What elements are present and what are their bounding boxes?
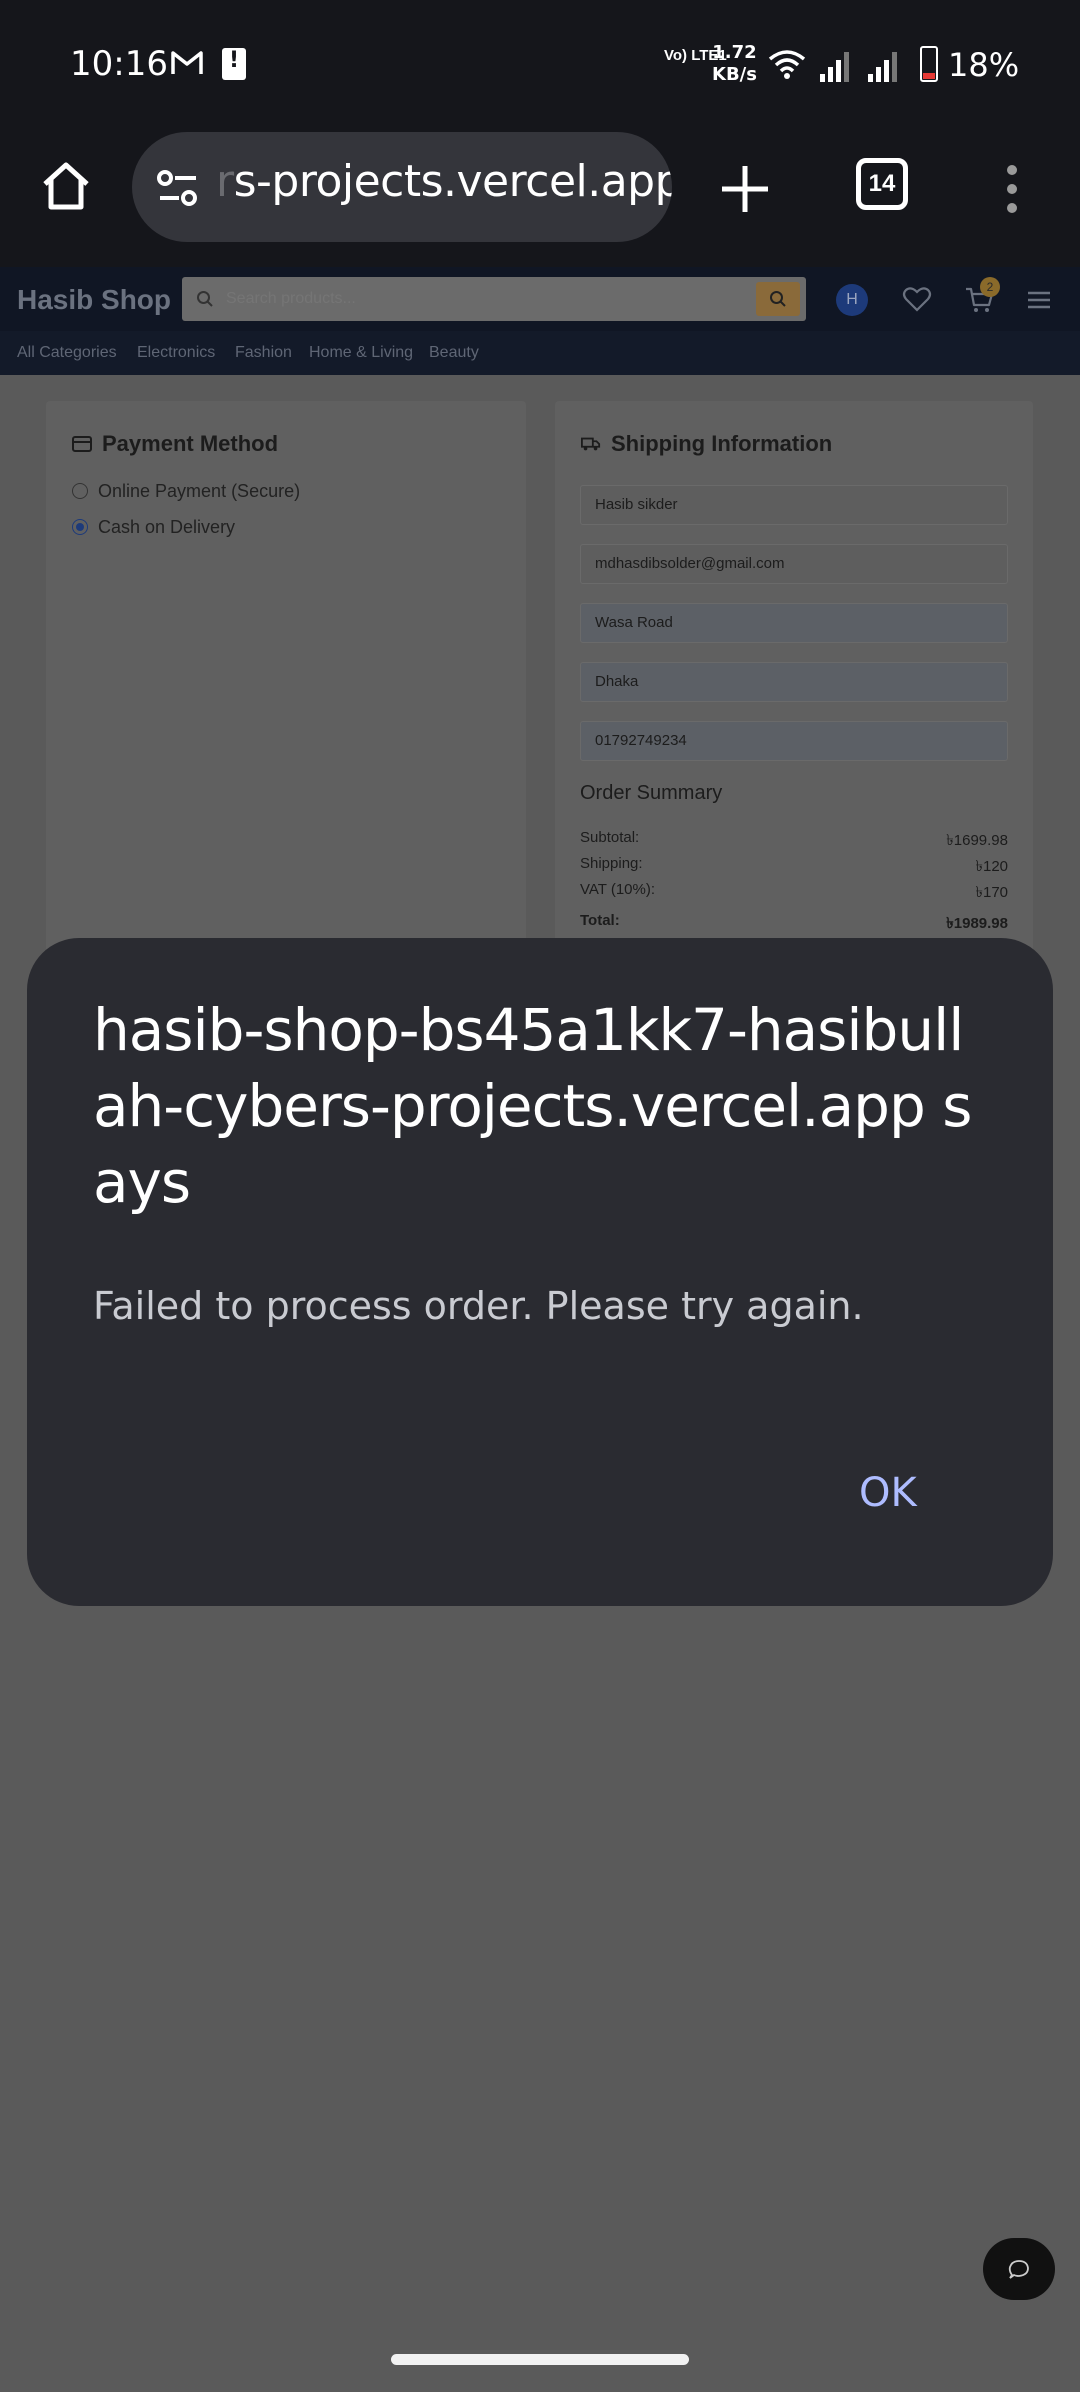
- status-bar: 10:16 Vo) LTE1 1.72 KB/s 18%: [0, 0, 1080, 130]
- summary-label: Subtotal:: [580, 829, 640, 846]
- summary-value: ৳170: [975, 884, 1009, 901]
- category-fashion[interactable]: Fashion: [235, 344, 292, 362]
- tab-switcher-button[interactable]: 14: [856, 158, 908, 210]
- summary-label: VAT (10%):: [580, 881, 656, 898]
- summary-value: ৳120: [975, 858, 1009, 875]
- category-nav: All Categories Electronics Fashion Home …: [0, 331, 1080, 375]
- name-field[interactable]: Hasib sikder: [580, 485, 1008, 525]
- summary-label: Total:: [580, 912, 620, 929]
- alert-notification-icon: [222, 48, 246, 80]
- payment-option-cod[interactable]: Cash on Delivery: [72, 517, 235, 538]
- payment-option-cod-label: Cash on Delivery: [98, 517, 236, 537]
- order-summary-title: Order Summary: [580, 782, 723, 804]
- category-all[interactable]: All Categories: [17, 344, 117, 362]
- hamburger-menu-icon[interactable]: [1026, 289, 1052, 311]
- summary-value: ৳1699.98: [946, 832, 1008, 849]
- battery-percent: 18%: [948, 46, 1020, 84]
- truck-icon: [581, 437, 601, 451]
- search-input[interactable]: [226, 277, 726, 321]
- browser-toolbar: rs-projects.vercel.app 14: [0, 130, 1080, 267]
- payment-method-card: Payment Method Online Payment (Secure) C…: [46, 401, 526, 961]
- search-icon: [197, 291, 213, 307]
- chat-button[interactable]: [983, 2238, 1055, 2300]
- gesture-navigation-bar[interactable]: [391, 2354, 689, 2365]
- status-time: 10:16: [70, 44, 168, 84]
- alert-dialog: hasib-shop-bs45a1kk7-hasibullah-cybers-p…: [27, 938, 1053, 1606]
- chat-bubble-icon: [1008, 2260, 1029, 2279]
- radio-cash-on-delivery[interactable]: [72, 519, 88, 535]
- search-button-icon: [770, 291, 786, 307]
- search-bar[interactable]: [182, 277, 806, 321]
- new-tab-icon[interactable]: [718, 162, 772, 216]
- category-home-living[interactable]: Home & Living: [309, 344, 413, 362]
- home-icon[interactable]: [40, 160, 92, 212]
- shipping-info-title-text: Shipping Information: [611, 431, 833, 456]
- shipping-info-card: Shipping Information Hasib sikder mdhasd…: [555, 401, 1033, 961]
- payment-method-title-text: Payment Method: [102, 431, 279, 456]
- address-bar[interactable]: rs-projects.vercel.app: [132, 132, 672, 242]
- more-vert-icon[interactable]: [1002, 164, 1022, 214]
- phone-field[interactable]: 01792749234: [580, 721, 1008, 761]
- summary-value: ৳1989.98: [946, 915, 1008, 932]
- credit-card-icon: [72, 436, 92, 452]
- signal-strength-2-icon: [868, 52, 897, 82]
- category-electronics[interactable]: Electronics: [137, 344, 215, 362]
- avatar[interactable]: H: [836, 284, 868, 316]
- summary-row-total: Total: ৳1989.98: [580, 912, 1008, 932]
- summary-label: Shipping:: [580, 855, 643, 872]
- site-settings-icon[interactable]: [156, 168, 200, 208]
- dialog-message: Failed to process order. Please try agai…: [93, 1284, 864, 1328]
- radio-online-payment[interactable]: [72, 483, 88, 499]
- payment-method-title: Payment Method: [72, 431, 278, 457]
- payment-option-online-label: Online Payment (Secure): [98, 481, 301, 501]
- signal-strength-icon: [820, 52, 849, 82]
- summary-row-shipping: Shipping: ৳120: [580, 855, 1008, 875]
- category-beauty[interactable]: Beauty: [429, 344, 479, 362]
- site-header: Hasib Shop H 2: [0, 267, 1080, 331]
- address-field[interactable]: Wasa Road: [580, 603, 1008, 643]
- network-speed-value: 1.72: [712, 42, 757, 63]
- wifi-icon: [768, 50, 806, 79]
- shipping-info-title: Shipping Information: [581, 431, 832, 457]
- wishlist-heart-icon[interactable]: [902, 285, 932, 313]
- url-visible-text: s-projects.vercel.app: [233, 156, 672, 207]
- summary-row-vat: VAT (10%): ৳170: [580, 881, 1008, 901]
- email-field[interactable]: mdhasdibsolder@gmail.com: [580, 544, 1008, 584]
- url-faded-text: r: [216, 156, 234, 207]
- url-text[interactable]: rs-projects.vercel.app: [216, 156, 672, 207]
- city-field[interactable]: Dhaka: [580, 662, 1008, 702]
- payment-option-online[interactable]: Online Payment (Secure): [72, 481, 300, 502]
- dialog-title: hasib-shop-bs45a1kk7-hasibullah-cybers-p…: [93, 996, 972, 1216]
- network-speed: 1.72 KB/s: [712, 42, 757, 86]
- site-logo[interactable]: Hasib Shop: [17, 284, 171, 316]
- network-speed-unit: KB/s: [712, 64, 757, 85]
- gmail-icon: [171, 51, 203, 74]
- summary-row-subtotal: Subtotal: ৳1699.98: [580, 829, 1008, 849]
- cart-count-badge: 2: [980, 277, 1000, 297]
- ok-button[interactable]: OK: [859, 1470, 917, 1516]
- search-button[interactable]: [756, 282, 800, 316]
- battery-icon: [920, 46, 938, 82]
